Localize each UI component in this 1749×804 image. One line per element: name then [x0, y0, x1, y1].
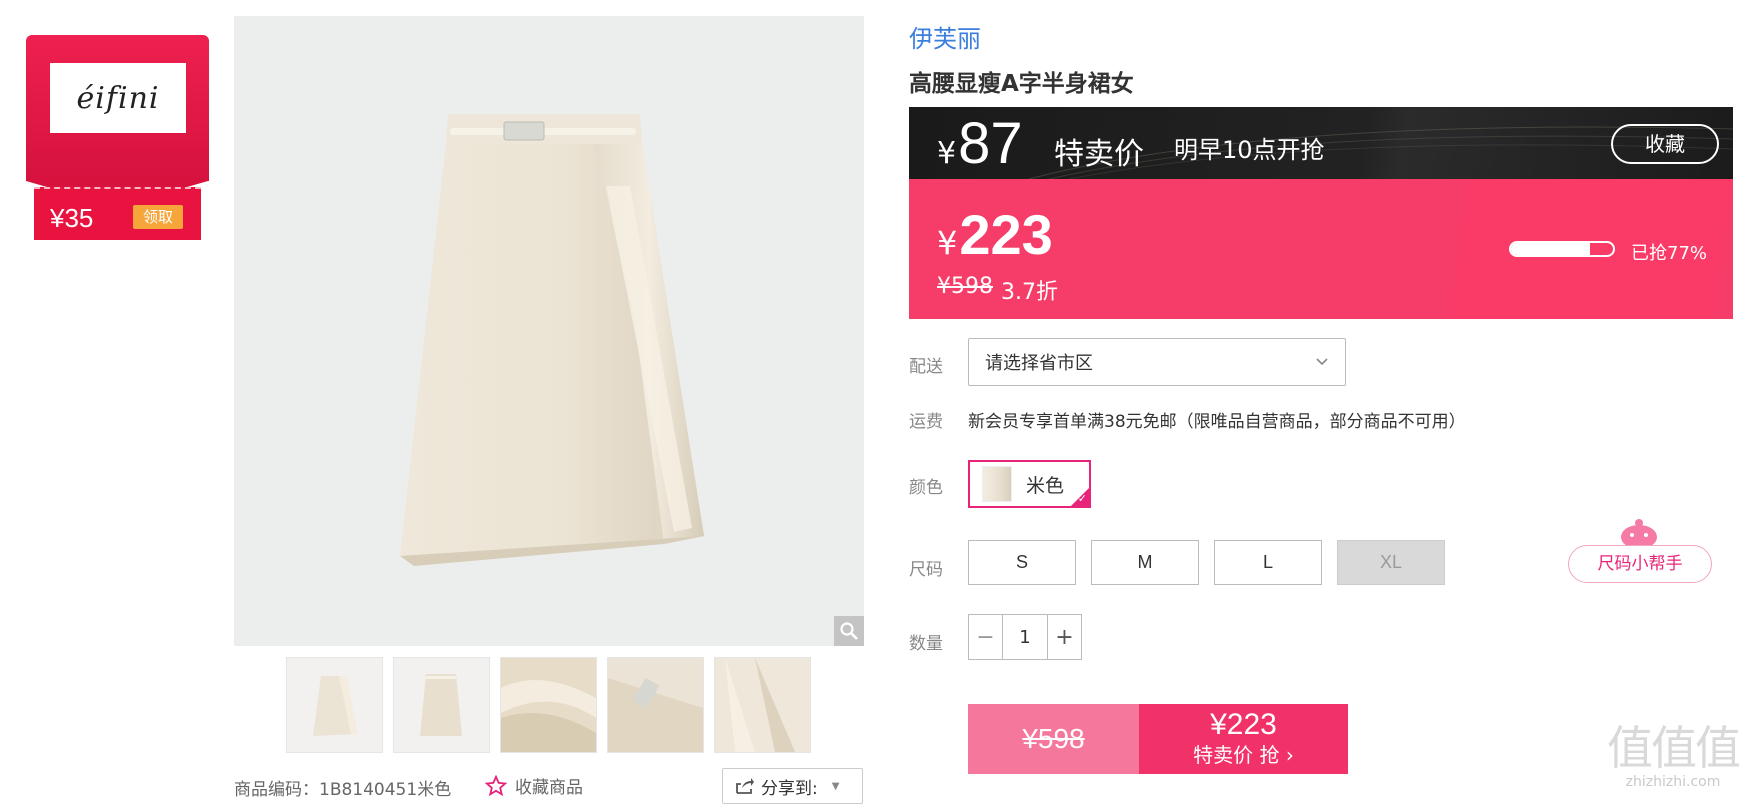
flash-tag: 特卖价 — [1054, 137, 1144, 172]
brand-logo: éifini — [50, 63, 186, 133]
skirt-image — [400, 114, 704, 566]
sold-progress-fill — [1511, 243, 1590, 255]
quantity-plus-button[interactable]: + — [1048, 615, 1081, 659]
buy-now-button[interactable]: ¥223 特卖价 抢 › — [1139, 704, 1348, 774]
region-select[interactable]: 请选择省市区 — [968, 338, 1346, 386]
discount: 3.7折 — [1001, 280, 1058, 305]
main-product-image[interactable] — [234, 16, 864, 646]
flash-start-time: 明早10点开抢 — [1174, 136, 1325, 164]
size-label: 尺码 — [909, 560, 943, 580]
price-band: ¥ 223 ¥598 3.7折 已抢77% — [909, 179, 1733, 319]
size-option-m[interactable]: M — [1091, 540, 1199, 585]
flash-price: ¥ 87 — [937, 115, 1023, 173]
quantity-minus-button[interactable]: − — [969, 615, 1002, 659]
thumbnail-4[interactable] — [607, 657, 704, 753]
coupon-amount: ¥35 — [50, 203, 94, 233]
coupon-body: ¥35 领取 — [34, 187, 201, 240]
thumbnail-2[interactable] — [393, 657, 490, 753]
favorite-button[interactable]: 收藏 — [1611, 124, 1719, 164]
shipping-text: 新会员专享首单满38元免邮（限唯品自营商品，部分商品不可用） — [968, 412, 1466, 432]
thumbnail-strip — [286, 657, 811, 753]
sold-progress-bar — [1509, 241, 1615, 257]
chevron-down-icon — [1316, 358, 1328, 366]
share-label: 分享到: — [761, 778, 818, 799]
zoom-button[interactable] — [834, 616, 864, 646]
quantity-label: 数量 — [909, 634, 943, 654]
watermark-logo: 值值值 — [1607, 721, 1741, 775]
product-title: 高腰显瘦A字半身裙女 — [909, 71, 1134, 97]
product-code: 商品编码：1B8140451米色 — [234, 780, 452, 800]
watermark-url: zhizhizhi.com — [1625, 774, 1721, 790]
color-label: 颜色 — [909, 478, 943, 498]
quantity-stepper: − 1 + — [968, 614, 1082, 660]
favorite-product-link[interactable]: 收藏商品 — [485, 773, 583, 798]
coupon-header: éifini — [26, 35, 209, 181]
buy-now-price: ¥223 — [1210, 708, 1277, 741]
current-price: ¥ 223 — [937, 207, 1053, 263]
original-price-button[interactable]: ¥598 — [968, 704, 1139, 774]
checkmark-icon: ✓ — [1077, 492, 1087, 505]
favorite-product-label: 收藏商品 — [515, 778, 583, 798]
size-option-l[interactable]: L — [1214, 540, 1322, 585]
buy-now-label-text: 特卖价 抢 — [1193, 743, 1280, 767]
caret-down-icon: ▼ — [831, 780, 840, 792]
size-helper-button[interactable]: 尺码小帮手 — [1568, 545, 1712, 583]
color-option-label: 米色 — [1026, 474, 1065, 497]
flash-currency: ¥ — [937, 136, 957, 171]
store-coupon[interactable]: éifini ¥35 领取 — [26, 35, 209, 240]
sold-progress-text: 已抢77% — [1631, 243, 1708, 264]
size-option-s[interactable]: S — [968, 540, 1076, 585]
thumbnail-1[interactable] — [286, 657, 383, 753]
brand-link[interactable]: 伊芙丽 — [909, 19, 981, 54]
original-price: ¥598 — [937, 274, 993, 299]
current-currency: ¥ — [937, 224, 958, 262]
flash-sale-banner: ¥ 87 特卖价 明早10点开抢 收藏 — [909, 107, 1733, 179]
shipping-label: 运费 — [909, 412, 943, 432]
delivery-label: 配送 — [909, 357, 943, 377]
share-dropdown[interactable]: 分享到: ▼ — [722, 768, 863, 804]
original-price-row: ¥598 3.7折 — [937, 274, 1058, 306]
thumbnail-3[interactable] — [500, 657, 597, 753]
region-select-value: 请选择省市区 — [985, 353, 1093, 374]
star-icon — [485, 774, 507, 796]
color-option-beige[interactable]: 米色 ✓ — [968, 460, 1091, 508]
chevron-right-icon: › — [1279, 743, 1294, 767]
current-price-value: 223 — [959, 203, 1053, 266]
magnifier-icon — [840, 622, 858, 640]
quantity-input[interactable]: 1 — [1002, 615, 1048, 659]
color-swatch — [982, 466, 1012, 502]
watermark: 值值值 zhizhizhi.com — [1598, 722, 1748, 790]
buy-button-group: ¥598 ¥223 特卖价 抢 › — [968, 704, 1348, 774]
buy-now-label: 特卖价 抢 › — [1139, 742, 1348, 768]
coupon-claim-button[interactable]: 领取 — [133, 205, 183, 229]
flash-price-value: 87 — [958, 111, 1023, 176]
thumbnail-5[interactable] — [714, 657, 811, 753]
size-option-xl[interactable]: XL — [1337, 540, 1445, 585]
share-icon — [736, 778, 754, 794]
